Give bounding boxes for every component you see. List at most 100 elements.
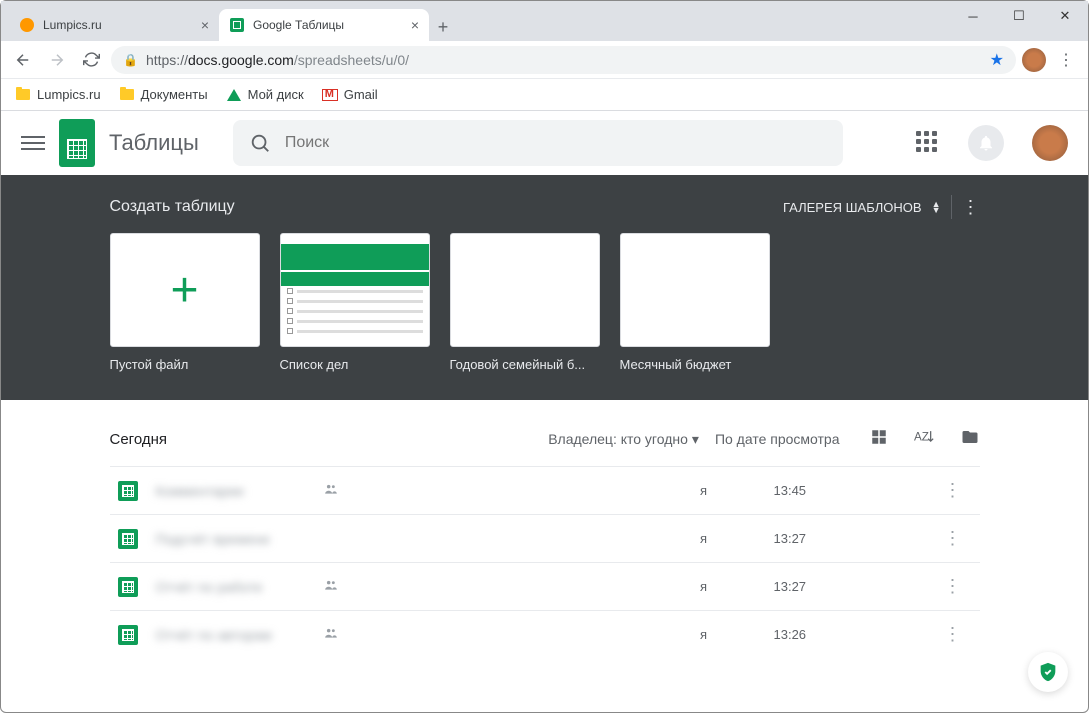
sheets-file-icon <box>118 529 138 549</box>
tab-title: Google Таблицы <box>253 18 344 32</box>
template-todo[interactable]: Список дел <box>280 233 430 372</box>
forward-button[interactable] <box>43 46 71 74</box>
section-heading: Сегодня <box>110 431 168 448</box>
apps-grid-button[interactable] <box>916 131 940 155</box>
file-list-area: Сегодня Владелец: кто угодно ▾ По дате п… <box>110 400 980 658</box>
plus-icon: + <box>110 233 260 347</box>
close-tab-icon[interactable]: × <box>201 17 209 33</box>
file-name: Подсчёт времени <box>156 531 316 547</box>
template-label: Годовой семейный б... <box>450 357 600 372</box>
close-tab-icon[interactable]: × <box>411 17 419 33</box>
template-monthly-budget[interactable]: Месячный бюджет <box>620 233 770 372</box>
app-title: Таблицы <box>109 130 199 156</box>
close-window-button[interactable]: ✕ <box>1042 1 1088 31</box>
grid-view-button[interactable] <box>870 428 888 450</box>
divider <box>951 195 952 219</box>
sheets-file-icon <box>118 625 138 645</box>
window-controls: ─ ☐ ✕ <box>950 1 1088 31</box>
maximize-button[interactable]: ☐ <box>996 1 1042 31</box>
bookmark-item-0[interactable]: Lumpics.ru <box>15 87 101 103</box>
file-time: 13:27 <box>774 579 934 594</box>
bookmark-item-1[interactable]: Документы <box>119 87 208 103</box>
browser-tab-1[interactable]: Google Таблицы × <box>219 9 429 41</box>
bookmark-label: Документы <box>141 87 208 102</box>
file-more-icon[interactable]: ⋮ <box>934 480 972 501</box>
sheets-logo-icon <box>59 119 95 167</box>
svg-text:AZ: AZ <box>914 430 929 443</box>
lock-icon: 🔒 <box>123 53 138 67</box>
url-box[interactable]: 🔒 https://docs.google.com/spreadsheets/u… <box>111 46 1016 74</box>
browser-tab-0[interactable]: Lumpics.ru × <box>9 9 219 41</box>
folder-icon <box>15 87 31 103</box>
file-owner: я <box>634 627 774 642</box>
file-owner: я <box>634 483 774 498</box>
bookmark-star-icon[interactable]: ★ <box>990 50 1004 70</box>
file-row[interactable]: Отчёт по авторам я13:26⋮ <box>110 610 980 658</box>
file-more-icon[interactable]: ⋮ <box>934 576 972 597</box>
file-more-icon[interactable]: ⋮ <box>934 528 972 549</box>
adblock-shield-icon[interactable] <box>1028 652 1068 692</box>
sort-az-button[interactable]: AZ <box>914 428 934 450</box>
chevron-down-icon: ▾ <box>692 431 699 448</box>
search-box[interactable] <box>233 120 843 166</box>
browser-titlebar: Lumpics.ru × Google Таблицы × + ─ ☐ ✕ <box>1 1 1088 41</box>
sheets-file-icon <box>118 577 138 597</box>
gallery-heading: Создать таблицу <box>110 198 235 216</box>
folder-icon <box>119 87 135 103</box>
back-button[interactable] <box>9 46 37 74</box>
file-row[interactable]: Комментарии я13:45⋮ <box>110 466 980 514</box>
file-name: Комментарии <box>156 483 316 499</box>
file-owner: я <box>634 531 774 546</box>
template-thumbnail <box>450 233 600 347</box>
file-row[interactable]: Отчёт по работе я13:27⋮ <box>110 562 980 610</box>
gallery-toggle-label[interactable]: ГАЛЕРЕЯ ШАБЛОНОВ <box>783 200 922 215</box>
template-label: Список дел <box>280 357 430 372</box>
main-menu-button[interactable] <box>21 131 45 155</box>
sort-label: По дате просмотра <box>715 431 840 447</box>
gallery-more-icon[interactable]: ⋮ <box>962 197 980 218</box>
notifications-button[interactable] <box>968 125 1004 161</box>
shared-icon <box>322 626 340 643</box>
open-folder-button[interactable] <box>960 428 980 450</box>
favicon-sheets <box>229 17 245 33</box>
tab-title: Lumpics.ru <box>43 18 102 32</box>
app-header: Таблицы <box>1 111 1088 175</box>
owner-filter-dropdown[interactable]: Владелец: кто угодно ▾ <box>548 431 699 448</box>
template-thumbnail <box>280 233 430 347</box>
drive-icon <box>226 87 242 103</box>
minimize-button[interactable]: ─ <box>950 1 996 31</box>
gmail-icon <box>322 87 338 103</box>
file-time: 13:45 <box>774 483 934 498</box>
file-time: 13:26 <box>774 627 934 642</box>
template-label: Месячный бюджет <box>620 357 770 372</box>
shared-icon <box>322 482 340 499</box>
file-owner: я <box>634 579 774 594</box>
file-name: Отчёт по работе <box>156 579 316 595</box>
browser-menu-icon[interactable]: ⋮ <box>1052 50 1080 70</box>
file-time: 13:27 <box>774 531 934 546</box>
profile-avatar-small[interactable] <box>1022 48 1046 72</box>
shared-icon <box>322 578 340 595</box>
account-avatar[interactable] <box>1032 125 1068 161</box>
url-text: https://docs.google.com/spreadsheets/u/0… <box>146 52 409 68</box>
bookmark-label: Мой диск <box>248 87 304 102</box>
template-blank[interactable]: + Пустой файл <box>110 233 260 372</box>
file-name: Отчёт по авторам <box>156 627 316 643</box>
favicon-lumpics <box>19 17 35 33</box>
template-label: Пустой файл <box>110 357 260 372</box>
template-thumbnail <box>620 233 770 347</box>
bookmark-item-2[interactable]: Мой диск <box>226 87 304 103</box>
file-more-icon[interactable]: ⋮ <box>934 624 972 645</box>
bookmark-label: Lumpics.ru <box>37 87 101 102</box>
file-row[interactable]: Подсчёт времени я13:27⋮ <box>110 514 980 562</box>
bookmarks-bar: Lumpics.ru Документы Мой диск Gmail <box>1 79 1088 111</box>
unfold-icon[interactable]: ▲▼ <box>932 201 941 213</box>
bookmark-label: Gmail <box>344 87 378 102</box>
sheets-file-icon <box>118 481 138 501</box>
template-annual-budget[interactable]: Годовой семейный б... <box>450 233 600 372</box>
new-tab-button[interactable]: + <box>429 13 457 41</box>
search-input[interactable] <box>285 134 827 152</box>
bookmark-item-3[interactable]: Gmail <box>322 87 378 103</box>
search-icon <box>249 132 271 154</box>
reload-button[interactable] <box>77 46 105 74</box>
